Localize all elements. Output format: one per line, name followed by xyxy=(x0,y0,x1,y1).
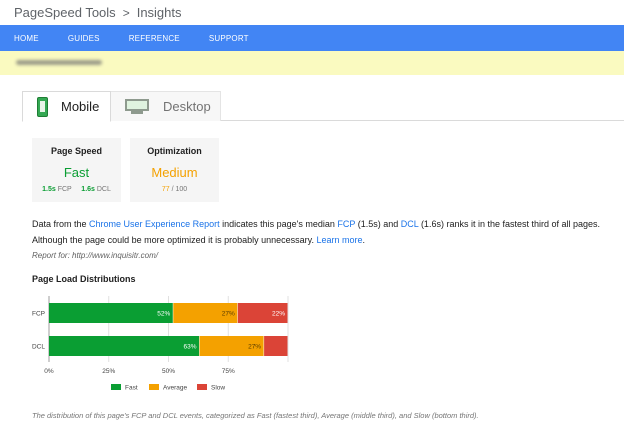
legend-label-fast: Fast xyxy=(125,385,138,392)
page-speed-title: Page Speed xyxy=(50,146,103,156)
bar-fast-fcp xyxy=(49,303,173,323)
legend-swatch-slow xyxy=(197,384,207,390)
data-label: 27% xyxy=(222,311,235,318)
legend-label-average: Average xyxy=(163,385,187,392)
brand-title[interactable]: PageSpeed Tools xyxy=(14,5,116,20)
distribution-footnote: The distribution of this page's FCP and … xyxy=(32,411,479,420)
data-label: 52% xyxy=(157,311,170,318)
x-tick-label: 25% xyxy=(102,368,115,375)
x-tick-label: 75% xyxy=(222,368,235,375)
report-for-text: Report for: http://www.inquisitr.com/ xyxy=(32,251,158,260)
distributions-title: Page Load Distributions xyxy=(32,274,136,284)
summary-text-part: indicates this page's median xyxy=(219,219,338,229)
optimization-score-max: / 100 xyxy=(171,186,188,193)
optimization-score: 77 / 100 xyxy=(130,186,219,193)
optimization-card: Optimization Medium 77 / 100 xyxy=(130,138,219,202)
page-speed-metrics: 1.5s FCP 1.6s DCL xyxy=(32,186,121,193)
optimization-title: Optimization xyxy=(147,146,202,156)
data-label: 63% xyxy=(184,344,197,351)
fcp-value: 1.5s xyxy=(42,186,56,193)
optimization-score-value: 77 xyxy=(161,186,170,193)
blurred-url xyxy=(16,60,102,65)
cux-report-link[interactable]: Chrome User Experience Report xyxy=(89,219,220,229)
legend-swatch-fast xyxy=(111,384,121,390)
dcl-label: DCL xyxy=(96,186,111,193)
page-title: Insights xyxy=(136,5,182,20)
breadcrumb-separator: > xyxy=(122,5,130,20)
summary-text-part: (1.6s) ranks it in the fastest third of … xyxy=(418,219,601,229)
dcl-value: 1.6s xyxy=(81,186,95,193)
tab-desktop[interactable]: Desktop xyxy=(111,91,221,121)
category-label: FCP xyxy=(32,311,45,318)
fcp-link[interactable]: FCP xyxy=(337,219,355,229)
nav-bar: HOME GUIDES REFERENCE SUPPORT xyxy=(0,25,624,51)
page-speed-card: Page Speed Fast 1.5s FCP 1.6s DCL xyxy=(32,138,121,202)
summary-text-part: (1.5s) and xyxy=(355,219,401,229)
device-tabs: Mobile Desktop xyxy=(22,91,624,122)
top-bar: PageSpeed Tools > Insights xyxy=(0,0,624,25)
x-tick-label: 0% xyxy=(44,368,54,375)
summary-text-part: . xyxy=(362,235,366,245)
data-label: 27% xyxy=(248,344,261,351)
summary-text: Data from the Chrome User Experience Rep… xyxy=(32,216,622,248)
nav-item-support[interactable]: SUPPORT xyxy=(209,34,249,43)
page-load-distribution-chart: 0% 25% 50% 75% FCP 52% 27% 22% DCL 63% 27% Fast Aver… xyxy=(32,296,289,392)
nav-item-guides[interactable]: GUIDES xyxy=(68,34,100,43)
dcl-link[interactable]: DCL xyxy=(401,219,419,229)
bar-slow-dcl xyxy=(264,336,288,356)
x-tick-label: 50% xyxy=(162,368,175,375)
tab-desktop-label: Desktop xyxy=(163,99,211,114)
page-speed-value: Fast xyxy=(63,165,90,180)
tab-mobile-label: Mobile xyxy=(61,99,100,114)
bar-fast-dcl xyxy=(49,336,200,356)
phone-icon xyxy=(37,96,48,117)
nav-item-home[interactable]: HOME xyxy=(14,34,39,43)
fcp-label: FCP xyxy=(57,186,72,193)
desktop-icon xyxy=(125,98,149,115)
category-label: DCL xyxy=(32,344,45,351)
summary-text-part: Although the page could be more optimize… xyxy=(32,235,317,245)
legend-label-slow: Slow xyxy=(211,385,225,392)
learn-more-link[interactable]: Learn more xyxy=(317,235,363,245)
url-input[interactable] xyxy=(0,51,624,75)
summary-text-part: Data from the xyxy=(32,219,90,229)
tab-mobile[interactable]: Mobile xyxy=(22,91,111,122)
legend-swatch-average xyxy=(149,384,159,390)
optimization-value: Medium xyxy=(151,165,198,180)
nav-item-reference[interactable]: REFERENCE xyxy=(129,34,180,43)
data-label: 22% xyxy=(272,311,285,318)
